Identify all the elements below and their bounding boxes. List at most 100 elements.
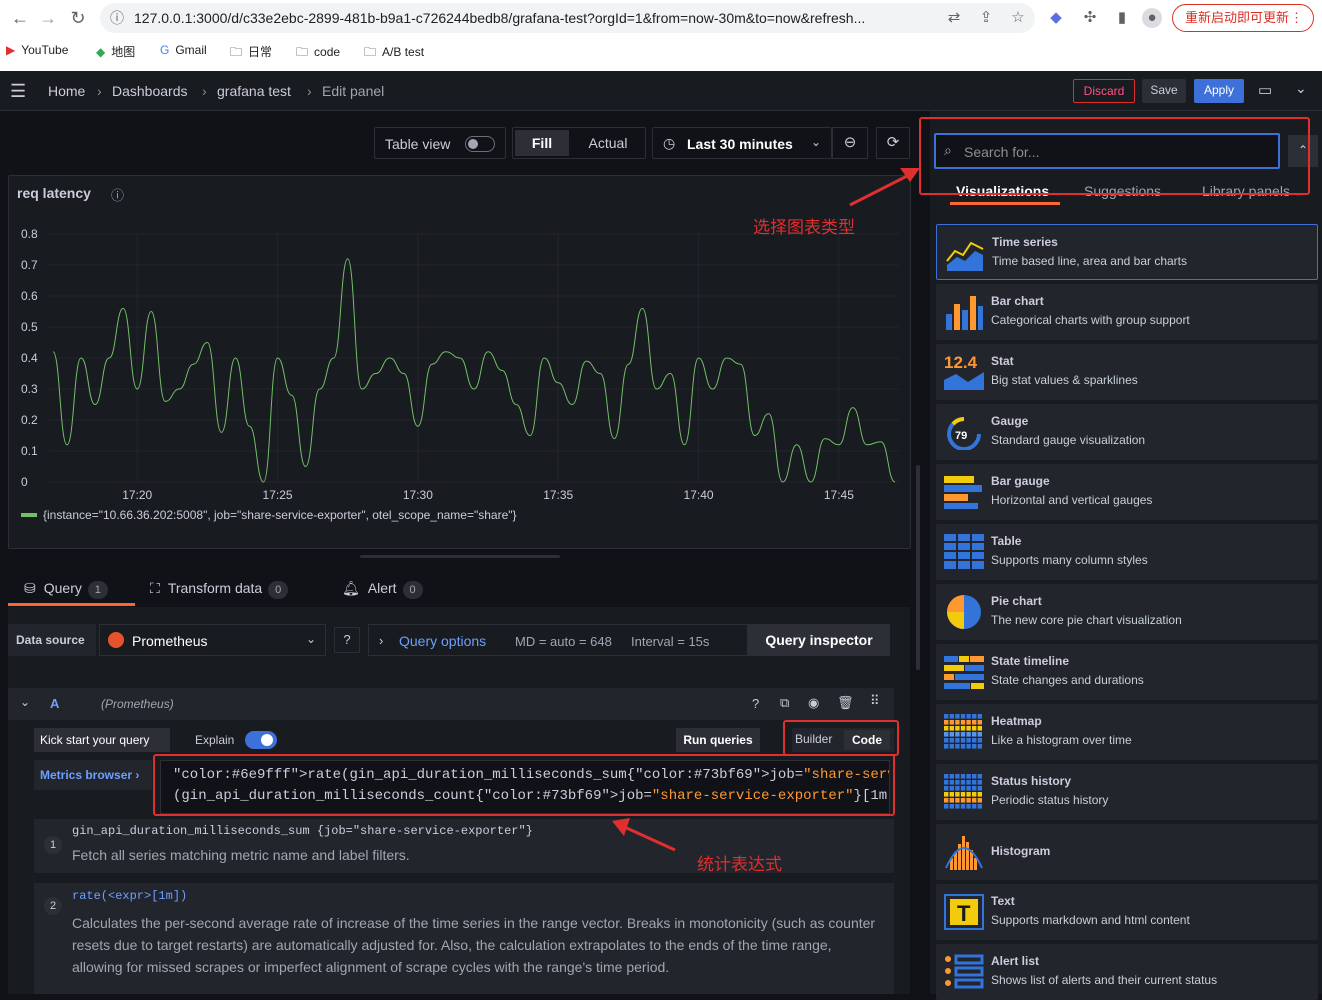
y-tick-label: 0.7 xyxy=(21,258,38,272)
breadcrumb-current: Edit panel xyxy=(322,83,385,99)
puzzle-icon[interactable]: ✣ xyxy=(1080,8,1100,28)
collapse-icon[interactable]: ⌄ xyxy=(20,695,30,709)
annotation-arrows xyxy=(612,168,920,852)
chevron-right-icon: › xyxy=(307,83,312,99)
viz-option-desc: Supports many column styles xyxy=(991,553,1148,567)
profile-icon[interactable]: ● xyxy=(1142,8,1162,28)
y-tick-label: 0.4 xyxy=(21,351,38,365)
bookmark-maps[interactable]: ◆ 地图 xyxy=(96,43,135,60)
chevron-down-icon: ⌄ xyxy=(811,135,822,149)
pie-chart-icon xyxy=(944,594,984,630)
refresh-icon[interactable]: ⟳ xyxy=(876,127,910,159)
time-series-icon xyxy=(945,235,985,271)
step-number: 1 xyxy=(44,836,62,854)
actual-option[interactable]: Actual xyxy=(573,130,643,156)
fill-option[interactable]: Fill xyxy=(515,130,569,156)
chevron-down-icon[interactable]: ⌄ xyxy=(1295,80,1307,97)
viz-option-histogram[interactable]: Histogram xyxy=(936,824,1318,880)
viz-option-stat[interactable]: 12.4 Stat Big stat values & sparklines xyxy=(936,344,1318,400)
viz-option-desc: Shows list of alerts and their current s… xyxy=(991,973,1218,987)
bookmark-label: YouTube xyxy=(21,43,69,57)
viz-option-alert-list[interactable]: Alert list Shows list of alerts and their… xyxy=(936,944,1318,1000)
extension-icon[interactable]: ◆ xyxy=(1046,8,1066,28)
update-button[interactable]: 重新启动即可更新 ⋮ xyxy=(1172,4,1314,32)
y-tick-label: 0.2 xyxy=(21,413,38,427)
top-nav: ☰ Home › Dashboards › grafana test › Edi… xyxy=(0,71,1322,111)
tab-label: Alert xyxy=(367,580,397,596)
viz-option-title: Bar chart xyxy=(991,294,1044,308)
viz-option-status-history[interactable]: Status history Periodic status history xyxy=(936,764,1318,820)
viz-option-text[interactable]: T Text Supports markdown and html content xyxy=(936,884,1318,940)
apply-button[interactable]: Apply xyxy=(1194,79,1244,103)
menu-icon[interactable]: ☰ xyxy=(10,81,26,102)
bookmark-youtube[interactable]: ▶ YouTube xyxy=(6,43,68,57)
viz-option-gauge[interactable]: 79 Gauge Standard gauge visualization xyxy=(936,404,1318,460)
legend-label[interactable]: {instance="10.66.36.202:5008", job="shar… xyxy=(43,508,517,522)
viz-option-desc: Time based line, area and bar charts xyxy=(992,254,1187,268)
bookmark-folder-daily[interactable]: 🗀 日常 xyxy=(230,43,272,64)
histogram-icon xyxy=(944,834,984,870)
bookmark-gmail[interactable]: G Gmail xyxy=(160,43,207,57)
side-panel-icon[interactable]: ▮ xyxy=(1112,8,1132,28)
discard-button[interactable]: Discard xyxy=(1073,79,1135,103)
reload-icon[interactable]: ↻ xyxy=(66,6,90,30)
site-info-icon[interactable]: ⓘ xyxy=(110,3,124,33)
viz-option-state-timeline[interactable]: State timeline State changes and duration… xyxy=(936,644,1318,700)
help-icon[interactable]: ? xyxy=(334,627,360,653)
save-button[interactable]: Save xyxy=(1142,79,1186,103)
share-icon[interactable]: ⇪ xyxy=(976,8,996,28)
panel-title: req latency xyxy=(17,185,91,201)
explain-toggle[interactable] xyxy=(245,731,277,749)
viz-option-title: Pie chart xyxy=(991,594,1042,608)
translate-icon[interactable]: ⇄ xyxy=(944,8,964,28)
table-view-toggle[interactable]: Table view xyxy=(374,127,506,159)
viz-option-table[interactable]: Table Supports many column styles xyxy=(936,524,1318,580)
bookmark-label: 地图 xyxy=(111,45,136,59)
datasource-name: Prometheus xyxy=(132,633,208,649)
step-text: Fetch all series matching metric name an… xyxy=(72,847,410,863)
time-range-picker[interactable]: ◷ Last 30 minutes ⌄ xyxy=(652,127,832,159)
query-ref[interactable]: A xyxy=(50,696,59,711)
viz-option-heatmap[interactable]: Heatmap Like a histogram over time xyxy=(936,704,1318,760)
step-code: gin_api_duration_milliseconds_sum {job="… xyxy=(72,824,533,838)
table-view-switch[interactable] xyxy=(465,136,495,152)
viz-option-pie-chart[interactable]: Pie chart The new core pie chart visualiz… xyxy=(936,584,1318,640)
tab-query[interactable]: ⛁ Query 1 xyxy=(24,580,108,599)
step-code: rate(<expr>[1m]) xyxy=(72,889,188,903)
tv-mode-icon[interactable]: ▭ xyxy=(1258,81,1272,99)
viz-option-bar-gauge[interactable]: Bar gauge Horizontal and vertical gauges xyxy=(936,464,1318,520)
zoom-out-icon[interactable]: ⊖ xyxy=(832,127,868,159)
viz-option-title: Histogram xyxy=(991,844,1051,858)
viz-option-title: Table xyxy=(991,534,1022,548)
x-tick-label: 17:25 xyxy=(262,488,293,502)
bell-icon: 🔔︎ xyxy=(342,580,360,596)
url-bar[interactable]: ⓘ 127.0.0.1:3000/d/c33e2ebc-2899-481b-b9… xyxy=(100,3,1035,33)
bookmark-star-icon[interactable]: ☆ xyxy=(1008,8,1028,28)
tab-transform[interactable]: ⛶ Transform data 0 xyxy=(150,580,289,599)
breadcrumb-dashboard[interactable]: grafana test xyxy=(217,83,291,99)
resize-handle[interactable] xyxy=(360,555,560,558)
viz-option-desc: State changes and durations xyxy=(991,673,1144,687)
chevron-right-icon: › xyxy=(202,83,207,99)
metrics-browser-button[interactable]: Metrics browser › xyxy=(34,760,152,790)
step-number: 2 xyxy=(44,897,62,915)
datasource-label: Data source xyxy=(8,624,96,656)
info-icon[interactable]: ⓘ xyxy=(111,185,124,204)
tab-alert[interactable]: 🔔︎ Alert 0 xyxy=(342,580,423,599)
y-tick-label: 0.5 xyxy=(21,320,38,334)
viz-option-bar-chart[interactable]: Bar chart Categorical charts with group s… xyxy=(936,284,1318,340)
bookmark-label: 日常 xyxy=(248,45,273,59)
forward-icon[interactable]: → xyxy=(36,6,60,30)
bookmark-folder-ab[interactable]: 🗀 A/B test xyxy=(364,43,424,64)
breadcrumb-home[interactable]: Home xyxy=(48,83,85,99)
tab-count: 1 xyxy=(87,581,108,599)
viz-option-desc: Standard gauge visualization xyxy=(991,433,1146,447)
breadcrumb-dashboards[interactable]: Dashboards xyxy=(112,83,188,99)
back-icon[interactable]: ← xyxy=(8,6,32,30)
kick-start-button[interactable]: Kick start your query xyxy=(34,728,170,752)
md-value: MD = auto = 648 xyxy=(515,634,612,649)
viz-option-time-series[interactable]: Time series Time based line, area and bar… xyxy=(936,224,1318,280)
viz-option-title: Text xyxy=(991,894,1015,908)
datasource-picker[interactable]: Prometheus ⌄ xyxy=(99,624,326,656)
bookmark-folder-code[interactable]: 🗀 code xyxy=(296,43,340,64)
